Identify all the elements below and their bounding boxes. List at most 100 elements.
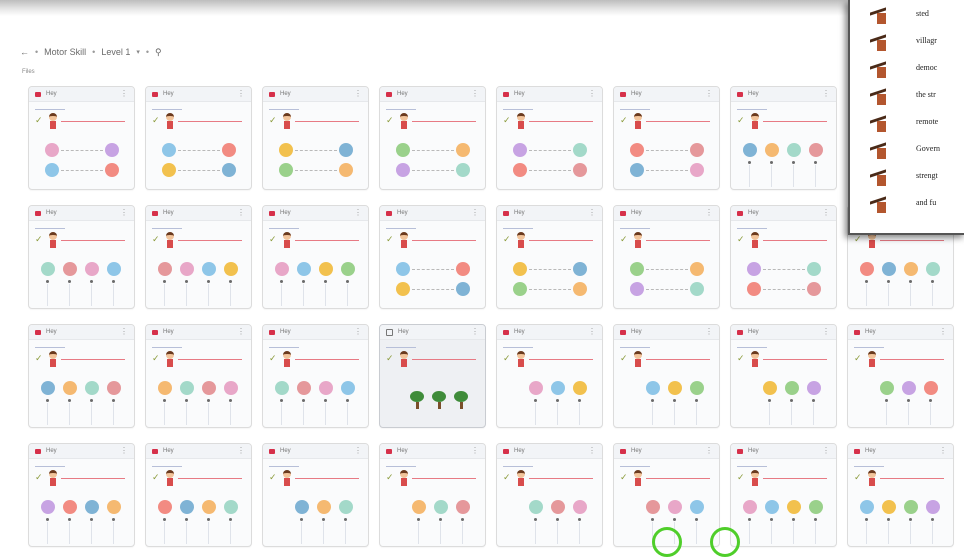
file-type-icon [269,210,275,216]
file-card[interactable]: Hey ⋮ ✓ [262,324,369,428]
marker-dot [556,399,559,402]
progress-rule [386,228,416,229]
file-card[interactable]: Hey ⋮ ✓ [613,205,720,309]
file-card[interactable]: Hey ⋮ ✓ [28,205,135,309]
guide-line [652,403,653,425]
file-card[interactable]: Hey ⋮ ✓ [730,324,837,428]
progress-rule [269,347,299,348]
file-card[interactable]: Hey ⋮ ✓ [496,443,603,547]
more-options-icon[interactable]: ⋮ [705,328,713,336]
file-card[interactable]: Hey ⋮ ✓ [145,443,252,547]
more-options-icon[interactable]: ⋮ [120,90,128,98]
file-type-icon [854,329,860,335]
more-options-icon[interactable]: ⋮ [588,447,596,455]
item-image [668,381,682,395]
file-card[interactable]: Hey ⋮ ✓ [613,86,720,190]
file-card[interactable]: Hey ⋮ ✓ [496,86,603,190]
more-options-icon[interactable]: ⋮ [822,209,830,217]
breadcrumb-item-motor-skill[interactable]: Motor Skill [44,47,86,57]
connector-line [295,170,337,171]
card-title: Hey [46,448,57,454]
file-card[interactable]: Hey ⋮ ✓ [496,205,603,309]
more-options-icon[interactable]: ⋮ [354,447,362,455]
file-type-icon [737,210,743,216]
card-title: Hey [397,91,408,97]
file-card[interactable]: Hey ⋮ ✓ [379,324,486,428]
more-options-icon[interactable]: ⋮ [939,447,947,455]
file-card[interactable]: Hey ⋮ ✓ [145,86,252,190]
more-options-icon[interactable]: ⋮ [120,447,128,455]
more-options-icon[interactable]: ⋮ [354,90,362,98]
file-type-icon [269,448,275,454]
file-card[interactable]: Hey ⋮ ✓ [145,324,252,428]
marker-dot [909,280,912,283]
more-options-icon[interactable]: ⋮ [237,328,245,336]
file-card[interactable]: Hey ⋮ ✓ [847,324,954,428]
guide-line [696,403,697,425]
more-options-icon[interactable]: ⋮ [237,447,245,455]
more-options-icon[interactable]: ⋮ [471,209,479,217]
more-options-icon[interactable]: ⋮ [705,209,713,217]
file-card[interactable]: Hey ⋮ ✓ [28,443,135,547]
file-card[interactable]: Hey ⋮ ✓ [730,443,837,547]
item-image [646,381,660,395]
more-options-icon[interactable]: ⋮ [822,328,830,336]
more-options-icon[interactable]: ⋮ [588,90,596,98]
guide-line [113,403,114,425]
card-title: Hey [631,91,642,97]
more-options-icon[interactable]: ⋮ [705,447,713,455]
file-card[interactable]: Hey ⋮ ✓ [379,443,486,547]
file-card[interactable]: Hey ⋮ ✓ [145,205,252,309]
red-guide-line [880,240,944,241]
item-image [456,163,470,177]
marker-dot [163,399,166,402]
file-grid: Hey ⋮ ✓ Hey ⋮ ✓ Hey ⋮ ✓ Hey ⋮ ✓ Hey ⋮ ✓ Hey ⋮ ✓ Hey ⋮ ✓ Hey ⋮ ✓… [28,86,954,547]
card-header: Hey ⋮ [380,206,485,221]
more-options-icon[interactable]: ⋮ [471,447,479,455]
checkmark-icon: ✓ [269,115,277,125]
file-card[interactable]: Hey ⋮ ✓ [262,86,369,190]
connector-line [763,289,805,290]
progress-rule [620,466,650,467]
file-card[interactable]: Hey ⋮ ✓ [262,443,369,547]
more-options-icon[interactable]: ⋮ [471,328,479,336]
more-options-icon[interactable]: ⋮ [822,447,830,455]
file-type-icon [620,448,626,454]
more-options-icon[interactable]: ⋮ [588,209,596,217]
file-card[interactable]: Hey ⋮ ✓ [496,324,603,428]
marker-dot [887,280,890,283]
guide-line [208,284,209,306]
more-options-icon[interactable]: ⋮ [354,209,362,217]
more-options-icon[interactable]: ⋮ [120,209,128,217]
more-options-icon[interactable]: ⋮ [705,90,713,98]
more-options-icon[interactable]: ⋮ [354,328,362,336]
item-image [573,282,587,296]
file-card[interactable]: Hey ⋮ ✓ [28,86,135,190]
item-image [690,282,704,296]
chevron-down-icon[interactable]: ▾ [136,48,140,56]
breadcrumb-item-level[interactable]: Level 1 [101,47,130,57]
file-card[interactable]: Hey ⋮ ✓ [847,443,954,547]
file-card[interactable]: Hey ⋮ ✓ [379,205,486,309]
file-card[interactable]: Hey ⋮ ✓ [730,86,837,190]
card-header: Hey ⋮ [146,87,251,102]
window-top-shadow [0,0,964,16]
more-options-icon[interactable]: ⋮ [471,90,479,98]
item-image [456,262,470,276]
file-card[interactable]: Hey ⋮ ✓ [262,205,369,309]
file-card[interactable]: Hey ⋮ ✓ [730,205,837,309]
more-options-icon[interactable]: ⋮ [120,328,128,336]
more-options-icon[interactable]: ⋮ [237,90,245,98]
card-title: Hey [397,210,408,216]
file-card[interactable]: Hey ⋮ ✓ [28,324,135,428]
more-options-icon[interactable]: ⋮ [588,328,596,336]
more-options-icon[interactable]: ⋮ [237,209,245,217]
back-arrow-icon[interactable]: ← [20,47,29,57]
guide-line [888,522,889,544]
progress-rule [854,347,884,348]
file-card[interactable]: Hey ⋮ ✓ [613,324,720,428]
pin-icon[interactable]: ⚲ [155,47,162,58]
more-options-icon[interactable]: ⋮ [822,90,830,98]
more-options-icon[interactable]: ⋮ [939,328,947,336]
file-card[interactable]: Hey ⋮ ✓ [379,86,486,190]
